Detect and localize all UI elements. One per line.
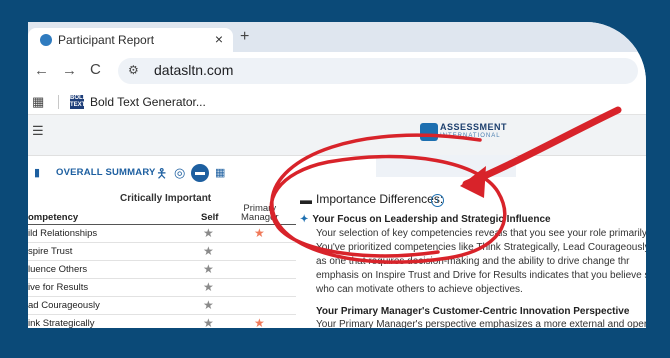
hand-drawn-circle [269, 133, 507, 264]
arrow-shaft [462, 106, 622, 188]
browser-window: Participant Report × + ← → C ⚙ datasltn.… [28, 22, 646, 328]
red-annotation [269, 106, 622, 264]
